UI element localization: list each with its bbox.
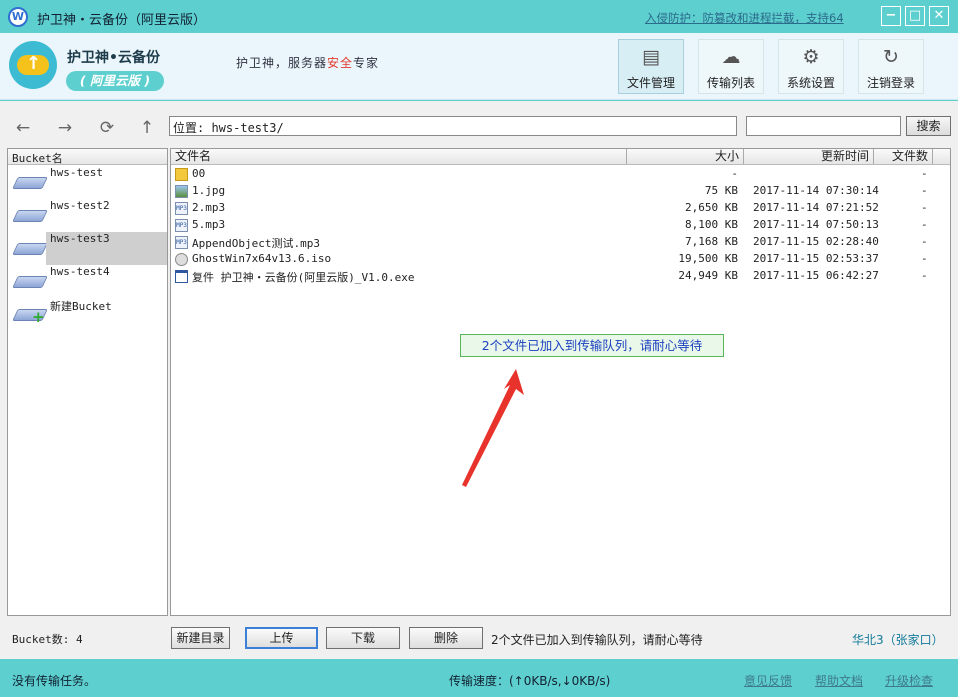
logout-icon: ↻ <box>883 46 899 68</box>
disk-icon <box>12 210 48 222</box>
file-row[interactable]: MP3 AppendObject测试.mp3 7,168 KB 2017-11-… <box>171 234 950 251</box>
folder-icon <box>175 168 188 181</box>
nav-file-management[interactable]: ▤ 文件管理 <box>618 39 684 94</box>
disk-icon <box>12 243 48 255</box>
feedback-link[interactable]: 意见反馈 <box>744 672 792 689</box>
status-bar: 没有传输任务。 传输速度：(↑0KB/s,↓0KB/s) 意见反馈 帮助文档 升… <box>0 659 958 697</box>
window-title: 护卫神・云备份（阿里云版） <box>37 13 207 28</box>
disc-image-icon <box>175 253 188 266</box>
mp3-file-icon: MP3 <box>175 202 188 215</box>
slogan: 护卫神，服务器安全专家 <box>236 56 380 70</box>
update-check-link[interactable]: 升级检查 <box>885 672 933 689</box>
column-header-name[interactable]: 文件名 <box>171 149 627 164</box>
help-docs-link[interactable]: 帮助文档 <box>815 672 863 689</box>
app-header: ↑ 护卫神•云备份 ( 阿里云版 ) 护卫神，服务器安全专家 ▤ 文件管理 ☁ … <box>0 33 958 100</box>
app-shield-icon: W <box>8 7 28 27</box>
region-label[interactable]: 华北3（张家口） <box>852 631 944 648</box>
file-row[interactable]: MP3 5.mp3 8,100 KB 2017-11-14 07:50:13 - <box>171 217 950 234</box>
new-bucket-item[interactable]: + 新建Bucket <box>8 298 167 331</box>
app-edition-badge: ( 阿里云版 ) <box>66 71 164 91</box>
refresh-icon[interactable]: ⟳ <box>96 117 118 139</box>
file-row[interactable]: 复件 护卫神・云备份(阿里云版)_V1.0.exe 24,949 KB 2017… <box>171 268 950 285</box>
bucket-list: Bucket名 hws-test hws-test2 hws-test3 hws… <box>7 148 168 616</box>
column-header-size[interactable]: 大小 <box>627 149 744 164</box>
column-header-count[interactable]: 文件数 <box>874 149 933 164</box>
nav-logout[interactable]: ↻ 注销登录 <box>858 39 924 94</box>
executable-icon <box>175 270 188 283</box>
disk-icon <box>12 177 48 189</box>
column-header-time[interactable]: 更新时间 <box>744 149 874 164</box>
delete-button[interactable]: 删除 <box>409 627 483 649</box>
bucket-item-selected[interactable]: hws-test3 <box>8 232 167 265</box>
nav-transfer-list[interactable]: ☁ 传输列表 <box>698 39 764 94</box>
bucket-item[interactable]: hws-test4 <box>8 265 167 298</box>
mp3-file-icon: MP3 <box>175 236 188 249</box>
file-list: 文件名 大小 更新时间 文件数 00 - - 1.jpg 75 KB 2017-… <box>170 148 951 616</box>
bucket-count: Bucket数: 4 <box>12 633 83 646</box>
title-bar: W 护卫神・云备份（阿里云版） 入侵防护：防篡改和进程拦截，支持64 − □ ✕ <box>0 0 958 33</box>
bucket-item[interactable]: hws-test <box>8 166 167 199</box>
forward-arrow-icon[interactable]: → <box>54 117 76 139</box>
file-row[interactable]: 00 - - <box>171 166 950 183</box>
download-button[interactable]: 下载 <box>326 627 400 649</box>
close-button[interactable]: ✕ <box>929 6 949 26</box>
cloud-upload-logo-icon: ↑ <box>9 41 57 89</box>
new-folder-button[interactable]: 新建目录 <box>171 627 230 649</box>
image-file-icon <box>175 185 188 198</box>
nav-system-settings[interactable]: ⚙ 系统设置 <box>778 39 844 94</box>
upload-button[interactable]: 上传 <box>245 627 318 649</box>
file-row[interactable]: GhostWin7x64v13.6.iso 19,500 KB 2017-11-… <box>171 251 950 268</box>
up-arrow-icon[interactable]: ↑ <box>136 117 158 139</box>
maximize-button[interactable]: □ <box>905 6 925 26</box>
bucket-item[interactable]: hws-test2 <box>8 199 167 232</box>
minimize-button[interactable]: − <box>881 6 901 26</box>
mp3-file-icon: MP3 <box>175 219 188 232</box>
file-icon: ▤ <box>642 46 660 68</box>
file-list-header: 文件名 大小 更新时间 文件数 <box>171 149 950 165</box>
queue-tooltip: 2个文件已加入到传输队列，请耐心等待 <box>460 334 724 357</box>
bucket-column-header: Bucket名 <box>8 149 167 165</box>
disk-icon <box>12 276 48 288</box>
plus-icon: + <box>32 308 45 326</box>
gear-icon: ⚙ <box>802 46 820 68</box>
cloud-upload-icon: ☁ <box>721 46 741 68</box>
file-row[interactable]: 1.jpg 75 KB 2017-11-14 07:30:14 - <box>171 183 950 200</box>
path-input[interactable]: 位置: hws-test3/ <box>169 116 737 136</box>
search-button[interactable]: 搜索 <box>906 116 951 136</box>
intrusion-protection-link[interactable]: 入侵防护：防篡改和进程拦截，支持64 <box>645 10 844 26</box>
search-input[interactable] <box>746 116 901 136</box>
status-message: 2个文件已加入到传输队列，请耐心等待 <box>491 633 703 647</box>
app-name: 护卫神•云备份 <box>67 50 160 66</box>
transfer-task-status: 没有传输任务。 <box>12 674 97 688</box>
back-arrow-icon[interactable]: ← <box>12 117 34 139</box>
file-row[interactable]: MP3 2.mp3 2,650 KB 2017-11-14 07:21:52 - <box>171 200 950 217</box>
annotation-arrow <box>462 369 524 487</box>
transfer-speed: 传输速度：(↑0KB/s,↓0KB/s) <box>449 674 611 688</box>
